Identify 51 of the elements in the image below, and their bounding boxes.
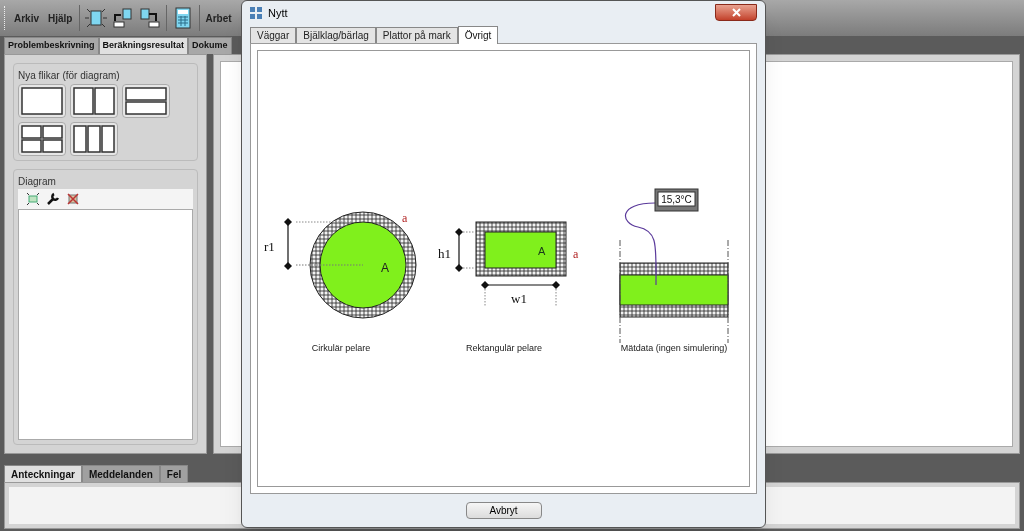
tab[interactable]: Beräkningsresultat <box>98 37 189 54</box>
group-title: Nya flikar (för diagram) <box>18 69 121 83</box>
dimension-line <box>455 227 463 272</box>
area-label: A <box>538 244 546 257</box>
figure-caption: Mätdata (ingen simulering) <box>620 342 728 353</box>
toolbar-button[interactable]: Arbet <box>205 10 232 26</box>
copy-right-icon[interactable] <box>112 7 135 29</box>
dimension-label: w1 <box>511 290 527 306</box>
dimension-label: h1 <box>438 245 451 261</box>
close-button[interactable] <box>715 4 757 22</box>
leader-line <box>295 221 354 223</box>
surface-label: a <box>402 210 408 225</box>
cancel-button[interactable]: Avbryt <box>465 502 542 520</box>
layout-icon <box>20 124 64 154</box>
layout-button[interactable] <box>122 84 170 118</box>
menu-item[interactable]: Arkiv <box>12 10 41 26</box>
area-label: A <box>381 260 389 275</box>
wrench-icon[interactable] <box>46 192 60 206</box>
group-title: Diagram <box>18 175 57 189</box>
menu-item[interactable]: Hjälp <box>46 10 75 26</box>
dimension-label: r1 <box>264 238 275 254</box>
tab[interactable]: Dokume <box>188 37 232 54</box>
layout-icon <box>72 86 116 116</box>
page-icon[interactable] <box>85 7 108 29</box>
thermometer-display <box>654 188 699 212</box>
tab[interactable]: Fel <box>159 465 189 482</box>
layout-icon <box>20 86 64 116</box>
tab[interactable]: Meddelanden <box>81 465 160 482</box>
chart-add-icon[interactable] <box>26 192 40 206</box>
figure-caption: Cirkulär pelare <box>311 342 371 353</box>
delete-icon[interactable] <box>66 192 80 206</box>
tab[interactable]: Anteckningar <box>4 465 82 482</box>
layout-icon <box>72 124 116 154</box>
tab[interactable]: Problembeskrivning <box>4 37 99 54</box>
surface-label: a <box>573 246 579 261</box>
figure-caption: Rektangulär pelare <box>465 342 543 353</box>
layout-button[interactable] <box>18 84 66 118</box>
layout-button[interactable] <box>70 84 118 118</box>
layout-icon <box>124 86 168 116</box>
tab[interactable]: Plattor på mark <box>375 26 458 43</box>
window-title: Nytt <box>268 5 288 21</box>
tab[interactable]: Bjälklag/bärlag <box>296 26 376 43</box>
close-icon <box>731 8 741 18</box>
temperature-reading: 15,3°C <box>661 193 692 205</box>
dimension-line <box>284 217 292 270</box>
layout-button[interactable] <box>70 122 118 156</box>
tab[interactable]: Övrigt <box>457 25 499 44</box>
copy-down-icon[interactable] <box>139 7 162 29</box>
app-icon <box>250 6 262 19</box>
layout-button[interactable] <box>18 122 66 156</box>
tab[interactable]: Väggar <box>250 26 297 43</box>
